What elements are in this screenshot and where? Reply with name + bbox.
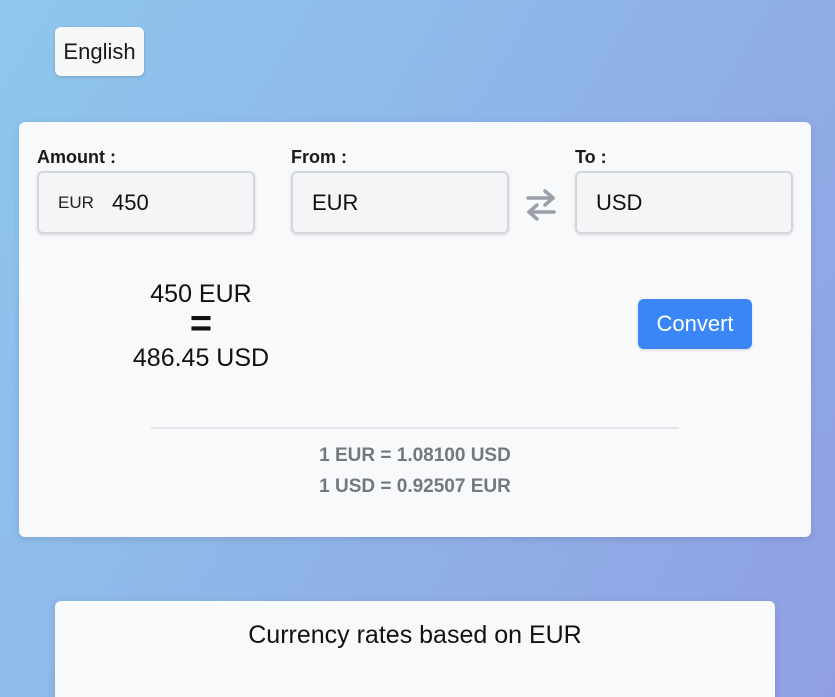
language-button[interactable]: English bbox=[55, 27, 144, 76]
swap-arrows-icon bbox=[526, 189, 556, 221]
from-currency-value: EUR bbox=[312, 189, 359, 215]
to-label: To : bbox=[575, 147, 607, 167]
amount-input[interactable]: 450 bbox=[112, 190, 149, 216]
rates-panel-title: Currency rates based on EUR bbox=[248, 621, 582, 649]
divider bbox=[151, 427, 679, 429]
rate-usd-eur: 1 USD = 0.92507 EUR bbox=[319, 476, 511, 497]
swap-currencies-button[interactable] bbox=[522, 185, 560, 225]
converter-card: Amount : EUR 450 From : EUR To : USD 450… bbox=[19, 122, 811, 537]
from-currency-select[interactable]: EUR bbox=[291, 171, 509, 234]
to-currency-select[interactable]: USD bbox=[575, 171, 793, 234]
amount-currency-prefix: EUR bbox=[58, 192, 94, 212]
amount-label: Amount : bbox=[37, 147, 116, 167]
result-equals-sign: = bbox=[189, 303, 213, 345]
conversion-result: 450 EUR = 486.45 USD bbox=[101, 279, 301, 373]
amount-field[interactable]: EUR 450 bbox=[37, 171, 255, 234]
to-currency-value: USD bbox=[596, 189, 643, 215]
result-to-amount: 486.45 USD bbox=[132, 344, 270, 372]
rates-panel: Currency rates based on EUR bbox=[55, 601, 775, 697]
convert-button[interactable]: Convert bbox=[638, 299, 752, 349]
from-label: From : bbox=[291, 147, 347, 167]
rate-eur-usd: 1 EUR = 1.08100 USD bbox=[319, 445, 511, 466]
exchange-rates: 1 EUR = 1.08100 USD 1 USD = 0.92507 EUR bbox=[151, 444, 679, 506]
